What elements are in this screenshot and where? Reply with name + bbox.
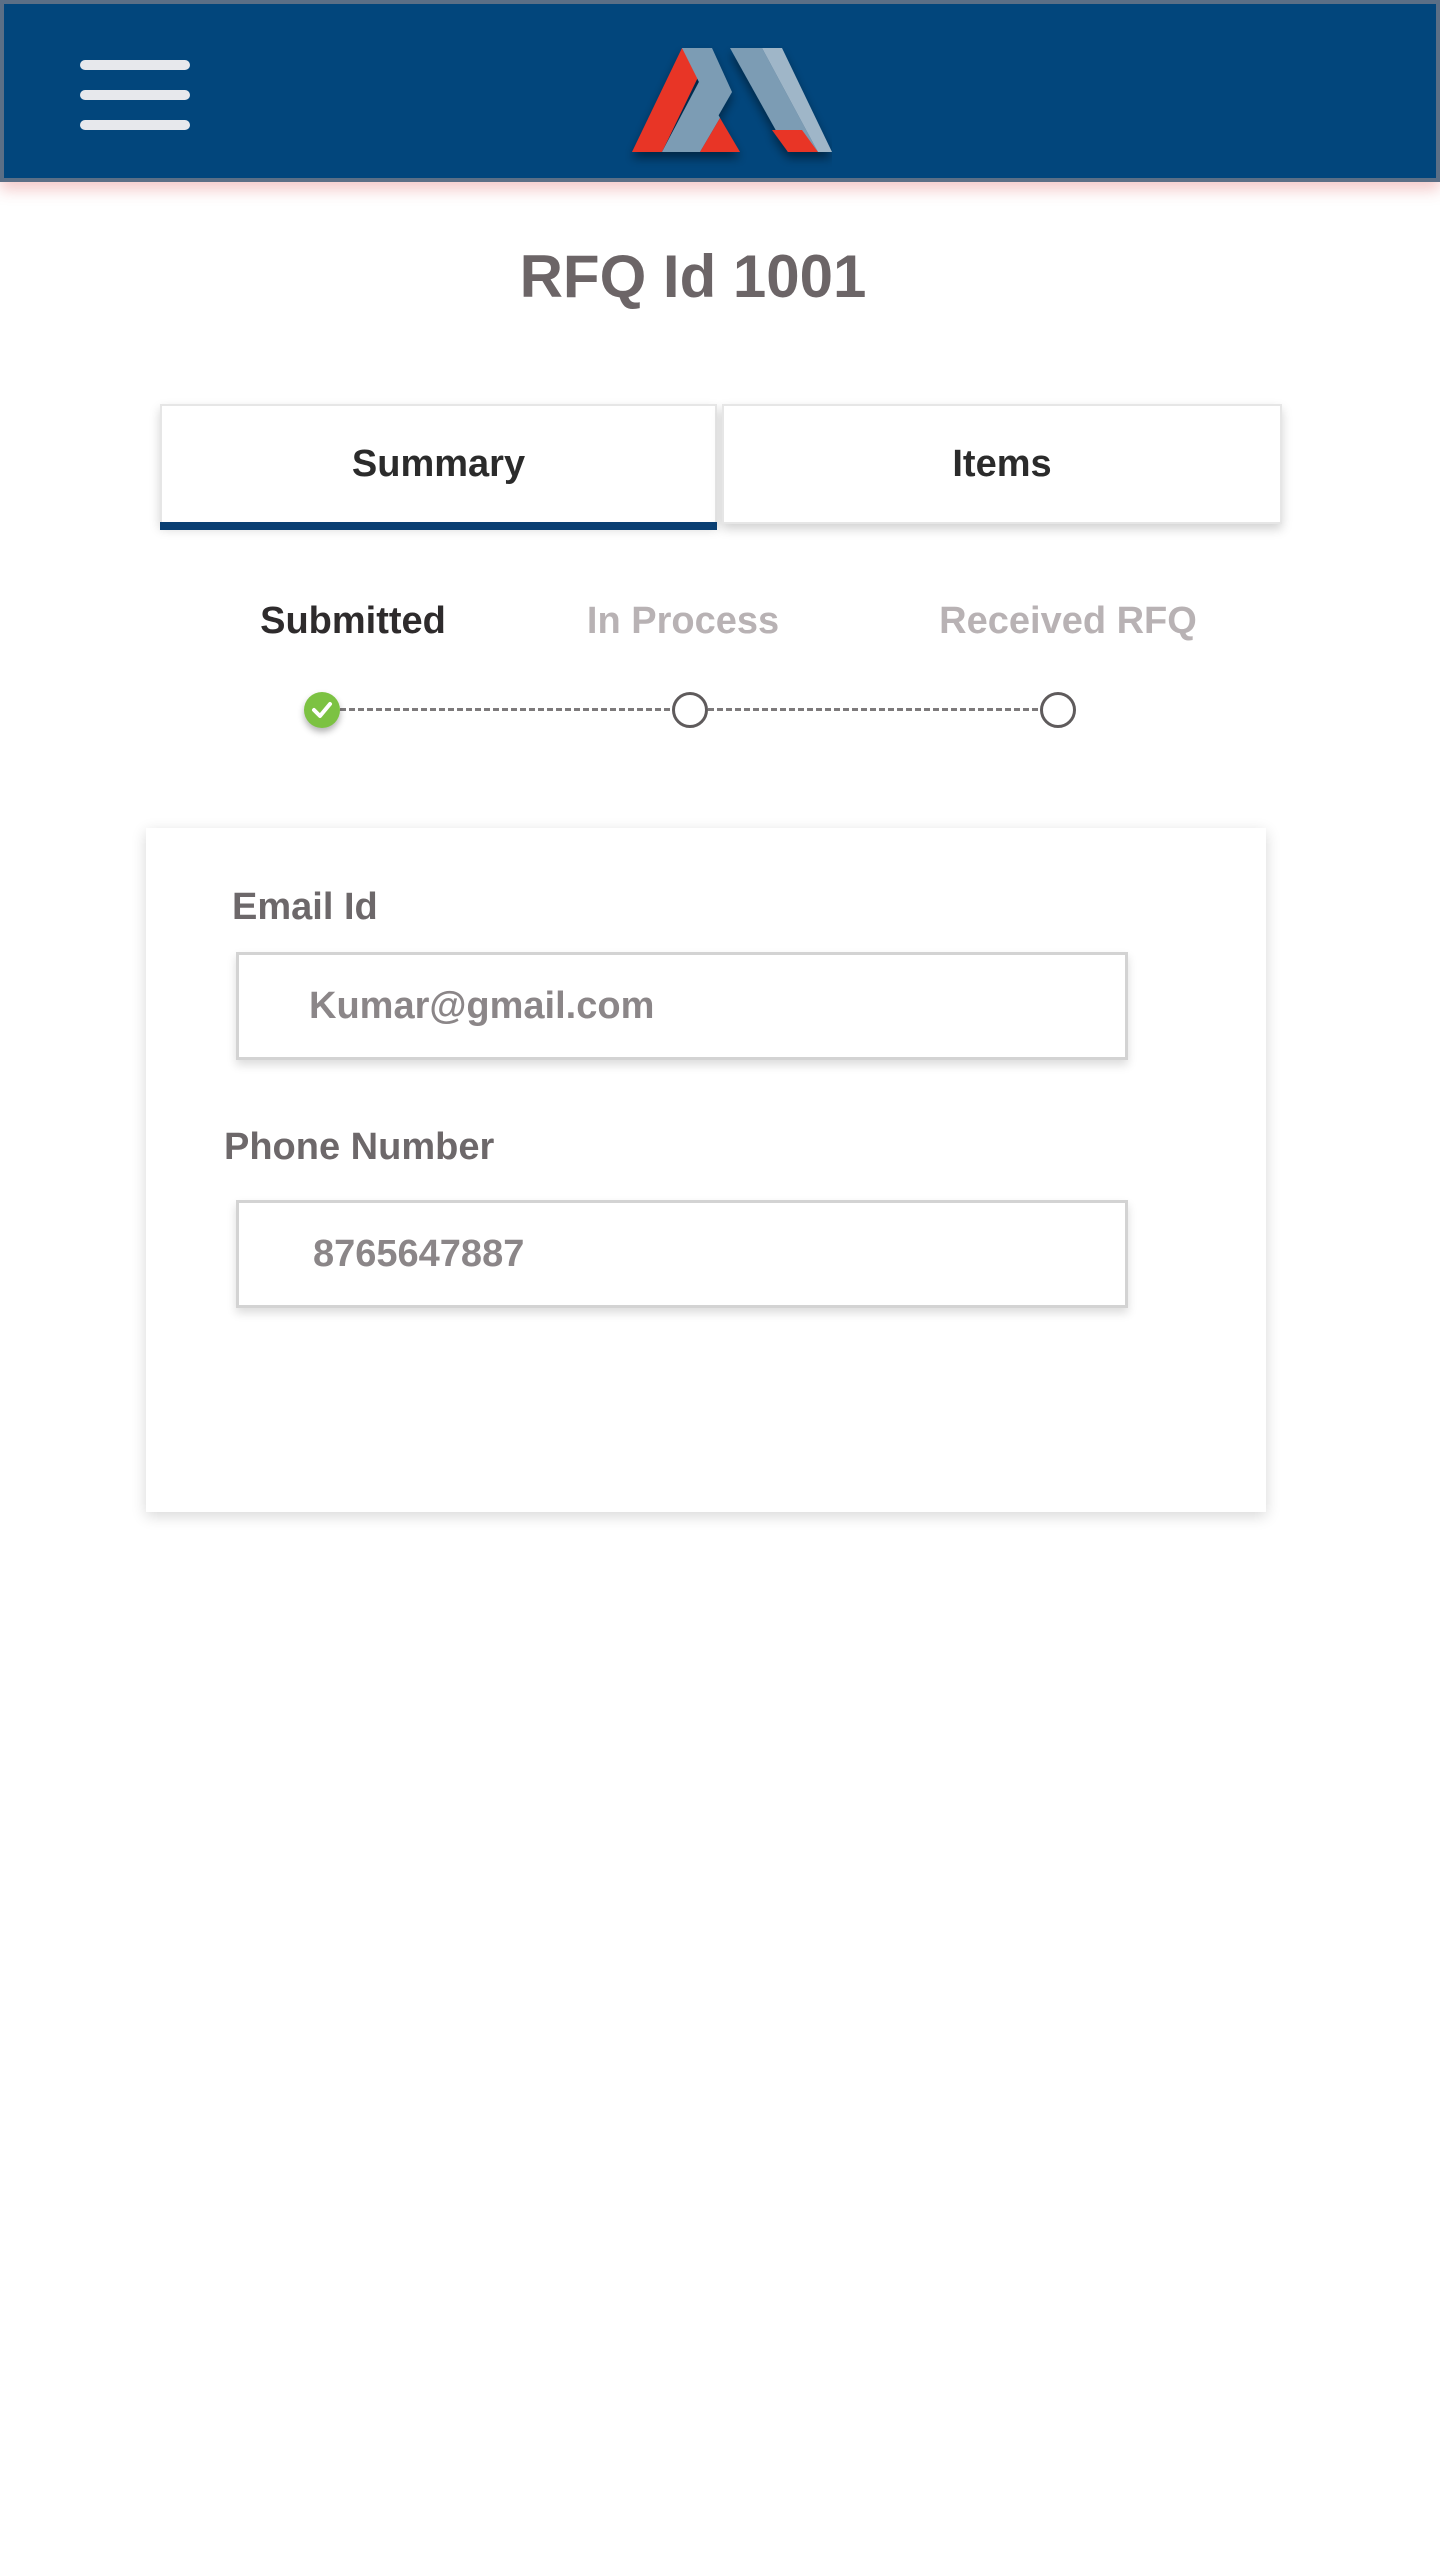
step-label-submitted: Submitted: [260, 600, 446, 642]
step-connector: [708, 708, 1038, 711]
step-label-in-process: In Process: [586, 600, 780, 642]
tab-items[interactable]: Items: [722, 404, 1282, 524]
rfq-summary-card: Email Id Phone Number: [146, 828, 1266, 1512]
brand-logo: [632, 48, 832, 152]
email-field[interactable]: [236, 952, 1128, 1060]
status-stepper: Submitted In Process Received RFQ: [0, 590, 1440, 750]
step-pending-circle-icon: [1040, 692, 1076, 728]
tab-summary[interactable]: Summary: [160, 404, 717, 524]
active-tab-indicator: [160, 522, 717, 530]
phone-label: Phone Number: [224, 1126, 495, 1168]
page-title: RFQ Id 1001: [519, 243, 867, 310]
step-pending-circle-icon: [672, 692, 708, 728]
step-connector: [340, 708, 670, 711]
tab-bar: Summary Items: [160, 404, 1282, 530]
app-header: [0, 0, 1440, 182]
phone-field[interactable]: [236, 1200, 1128, 1308]
hamburger-menu-icon[interactable]: [76, 54, 192, 140]
step-label-received-rfq: Received RFQ: [939, 600, 1197, 642]
step-complete-check-icon: [304, 692, 340, 728]
email-label: Email Id: [232, 886, 378, 928]
